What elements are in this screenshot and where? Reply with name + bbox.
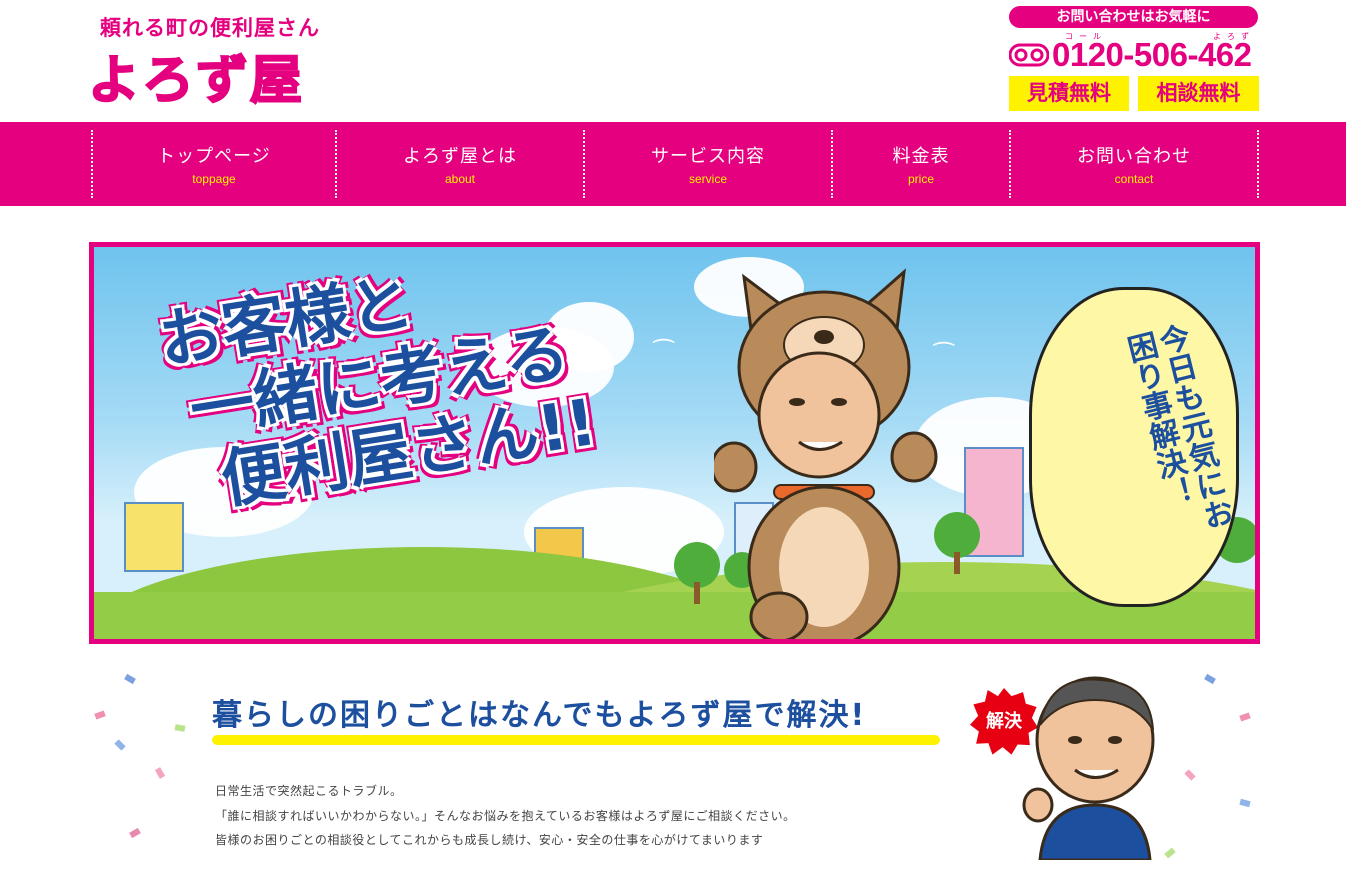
free-consultation-badge: 相談無料 <box>1138 76 1259 111</box>
intro-paragraph-2: 「誰に相談すればいいかわからない。」そんなお悩みを抱えているお客様はよろず屋にご… <box>215 809 796 823</box>
nav-item-service[interactable]: サービス内容 service <box>583 130 831 198</box>
section-title: 暮らしの困りごとはなんでもよろず屋で解決! <box>212 698 867 733</box>
ground-shape <box>94 592 1255 639</box>
confetti-shape <box>124 673 136 685</box>
nav-label-jp: 料金表 <box>892 146 950 167</box>
confetti-shape <box>174 724 186 732</box>
nav-item-price[interactable]: 料金表 price <box>831 130 1009 198</box>
confetti-shape <box>154 767 166 779</box>
nav-label-en: price <box>907 172 934 186</box>
confetti-shape <box>94 710 106 720</box>
nav-label-jp: よろず屋とは <box>403 146 517 167</box>
nav-label-en: contact <box>1114 172 1154 186</box>
hero-banner: ⁀ ⁀ お客様と 一緒に考える 便利屋さん!! 今日も元気にお困り事解決！ <box>89 242 1260 644</box>
bird-icon: ⁀ <box>654 339 674 367</box>
phone-number[interactable]: 0120-506-462 <box>1052 36 1252 74</box>
hero-headline: お客様と 一緒に考える 便利屋さん!! <box>154 247 602 525</box>
freedial-icon <box>1009 43 1049 67</box>
contact-invite-pill: お問い合わせはお気軽に <box>1009 6 1258 28</box>
nav-label-en: about <box>444 172 476 186</box>
nav-label-jp: サービス内容 <box>651 146 765 167</box>
nav-item-toppage[interactable]: トップページ toppage <box>91 130 335 198</box>
tree-trunk <box>954 552 960 574</box>
intro-paragraph-3: 皆様のお困りごとの相談役としてこれからも成長し続け、安心・安全の仕事を心がけてま… <box>215 833 764 847</box>
nav-list: トップページ toppage よろず屋とは about サービス内容 servi… <box>91 130 1259 198</box>
confetti-shape <box>1164 847 1176 859</box>
main-nav: トップページ toppage よろず屋とは about サービス内容 servi… <box>0 122 1346 206</box>
confetti-shape <box>1204 673 1216 685</box>
confetti-shape <box>114 739 126 751</box>
nav-label-en: service <box>688 172 727 186</box>
building-shape <box>124 502 184 572</box>
title-underline <box>212 735 940 745</box>
confetti-shape <box>129 827 141 839</box>
confetti-shape <box>1239 712 1251 722</box>
site-header: 頼れる町の便利屋さん よろず屋 お問い合わせはお気軽に コール よろず 0120… <box>0 0 1346 122</box>
site-logo[interactable]: よろず屋 <box>87 38 304 113</box>
tree-trunk <box>694 582 700 604</box>
confetti-shape <box>1239 798 1251 808</box>
nav-item-about[interactable]: よろず屋とは about <box>335 130 583 198</box>
dog-mascot-illustration <box>714 268 938 639</box>
free-estimate-badge: 見積無料 <box>1009 76 1129 111</box>
nav-item-contact[interactable]: お問い合わせ contact <box>1009 130 1259 198</box>
owner-portrait-illustration <box>1022 676 1155 860</box>
confetti-shape <box>1184 769 1196 781</box>
nav-label-jp: お問い合わせ <box>1077 146 1191 167</box>
nav-label-en: toppage <box>192 172 236 186</box>
intro-paragraph-1: 日常生活で突然起こるトラブル。 <box>215 784 403 798</box>
nav-label-jp: トップページ <box>157 146 271 167</box>
